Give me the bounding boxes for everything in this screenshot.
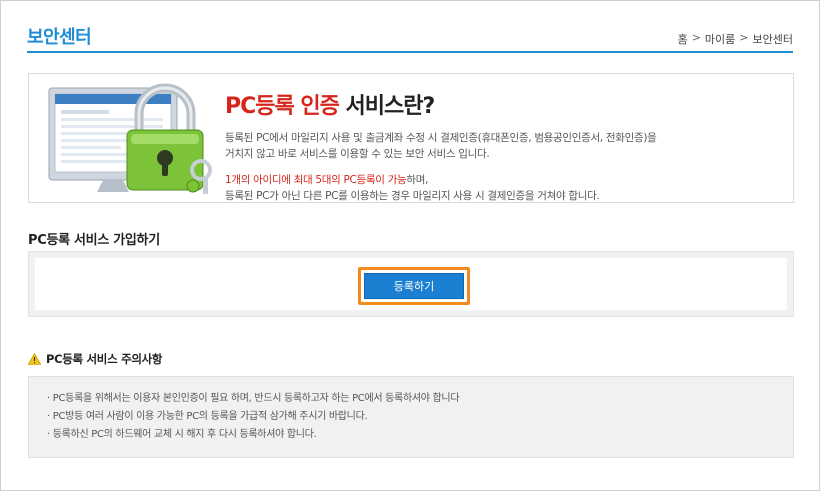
intro-desc-line2: 거치지 않고 바로 서비스를 이용할 수 있는 보안 서비스 입니다. [225,148,490,160]
intro-desc-line1: 등록된 PC에서 마일리지 사용 및 출금계좌 수정 시 결제인증(휴대폰인증,… [225,132,657,144]
notice-item: 등록하신 PC의 하드웨어 교체 시 해지 후 다시 등록하셔야 합니다. [47,426,793,444]
notice-item: PC등록을 위해서는 이용자 본인인증이 필요 하며, 반드시 등록하고자 하는… [47,390,793,408]
register-panel: 등록하기 [35,258,787,310]
register-box: 등록하기 [28,251,794,317]
intro-note-rest: 하며, [406,174,429,186]
breadcrumb: 홈 > 마이룸 > 보안센터 [678,31,793,47]
page-frame: 보안센터 홈 > 마이룸 > 보안센터 PC등록 인증 서비스란? 등록된 PC… [0,0,820,491]
breadcrumb-home[interactable]: 홈 [678,31,688,47]
breadcrumb-separator: > [691,31,701,44]
intro-description: 등록된 PC에서 마일리지 사용 및 출금계좌 수정 시 결제인증(휴대폰인증,… [225,130,785,162]
register-button[interactable]: 등록하기 [364,273,464,299]
breadcrumb-myroom[interactable]: 마이룸 [705,31,735,47]
notice-item: PC방등 여러 사람이 이용 가능한 PC의 등록을 가급적 삼가해 주시기 바… [47,408,793,426]
intro-title-rest: 서비스란? [338,94,436,119]
intro-title: PC등록 인증 서비스란? [225,88,785,120]
notice-box: PC등록을 위해서는 이용자 본인인증이 필요 하며, 반드시 등록하고자 하는… [28,376,794,458]
intro-note: 1개의 아이디에 최대 5대의 PC등록이 가능하며, 등록된 PC가 아닌 다… [225,172,785,204]
register-button-highlight: 등록하기 [358,267,470,305]
warning-icon [28,353,41,365]
notice-list: PC등록을 위해서는 이용자 본인인증이 필요 하며, 반드시 등록하고자 하는… [29,377,793,444]
page-title: 보안센터 [27,27,92,48]
intro-title-highlight: PC등록 인증 [225,94,340,119]
intro-note-line2: 등록된 PC가 아닌 다른 PC를 이용하는 경우 마일리지 사용 시 결제인증… [225,190,600,202]
intro-text: PC등록 인증 서비스란? 등록된 PC에서 마일리지 사용 및 출금계좌 수정… [225,88,785,204]
pc-lock-illustration [48,83,212,194]
breadcrumb-current: 보안센터 [752,33,793,46]
intro-note-highlight: 1개의 아이디에 최대 5대의 PC등록이 가능 [225,174,407,186]
intro-box: PC등록 인증 서비스란? 등록된 PC에서 마일리지 사용 및 출금계좌 수정… [28,73,794,203]
page-header: 보안센터 홈 > 마이룸 > 보안센터 [27,21,793,53]
breadcrumb-separator: > [739,31,749,44]
notice-title: PC등록 서비스 주의사항 [28,351,163,367]
notice-title-text: PC등록 서비스 주의사항 [46,352,163,366]
register-section-title: PC등록 서비스 가입하기 [28,233,160,248]
